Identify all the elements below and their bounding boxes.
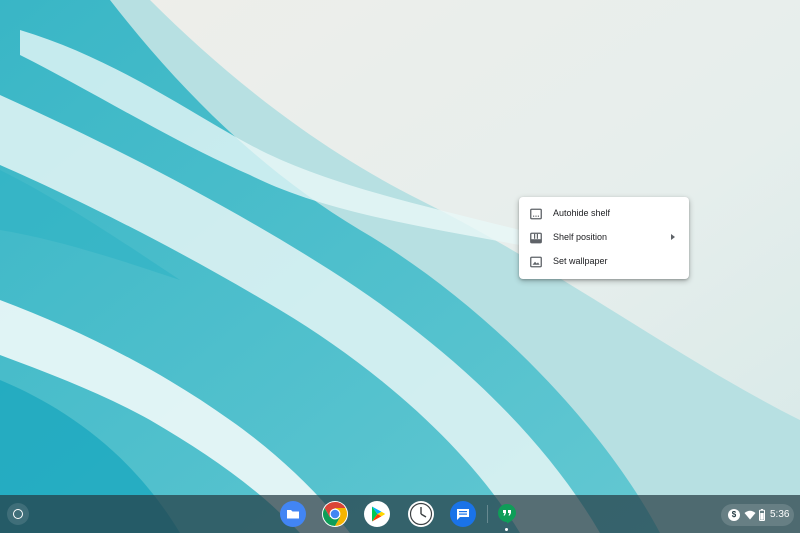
messages-icon bbox=[450, 501, 476, 527]
files-icon bbox=[280, 501, 306, 527]
clock-time: 5:36 bbox=[770, 509, 790, 520]
chrome-icon bbox=[322, 501, 348, 527]
launcher-circle-icon bbox=[13, 509, 23, 519]
menu-item-shelf-position[interactable]: Shelf position bbox=[519, 226, 689, 250]
status-tray[interactable]: $ 5:36 bbox=[721, 504, 794, 526]
menu-item-label: Autohide shelf bbox=[553, 208, 611, 218]
submenu-arrow-icon bbox=[671, 234, 675, 240]
wallpaper-icon bbox=[530, 256, 542, 268]
hangouts-icon bbox=[498, 504, 516, 524]
clock-app-button[interactable] bbox=[408, 501, 434, 527]
shelf-divider bbox=[487, 505, 488, 523]
dollar-icon: $ bbox=[728, 509, 740, 521]
menu-item-label: Set wallpaper bbox=[553, 256, 608, 266]
files-app-button[interactable] bbox=[280, 501, 306, 527]
running-indicator bbox=[505, 528, 508, 531]
play-store-icon bbox=[364, 501, 390, 527]
shelf-position-icon bbox=[530, 232, 542, 244]
wifi-icon bbox=[744, 510, 756, 520]
battery-icon bbox=[759, 509, 765, 521]
hangouts-app-button[interactable] bbox=[494, 501, 520, 527]
chrome-app-button[interactable] bbox=[322, 501, 348, 527]
menu-item-autohide-shelf[interactable]: Autohide shelf bbox=[519, 202, 689, 226]
autohide-shelf-icon bbox=[530, 208, 542, 220]
play-store-app-button[interactable] bbox=[364, 501, 390, 527]
messages-app-button[interactable] bbox=[450, 501, 476, 527]
shelf-context-menu: Autohide shelf Shelf position Set wallpa… bbox=[519, 197, 689, 279]
shelf bbox=[0, 495, 800, 533]
clock-icon bbox=[408, 501, 434, 527]
menu-item-label: Shelf position bbox=[553, 232, 608, 242]
menu-item-set-wallpaper[interactable]: Set wallpaper bbox=[519, 250, 689, 274]
launcher-button[interactable] bbox=[7, 503, 29, 525]
